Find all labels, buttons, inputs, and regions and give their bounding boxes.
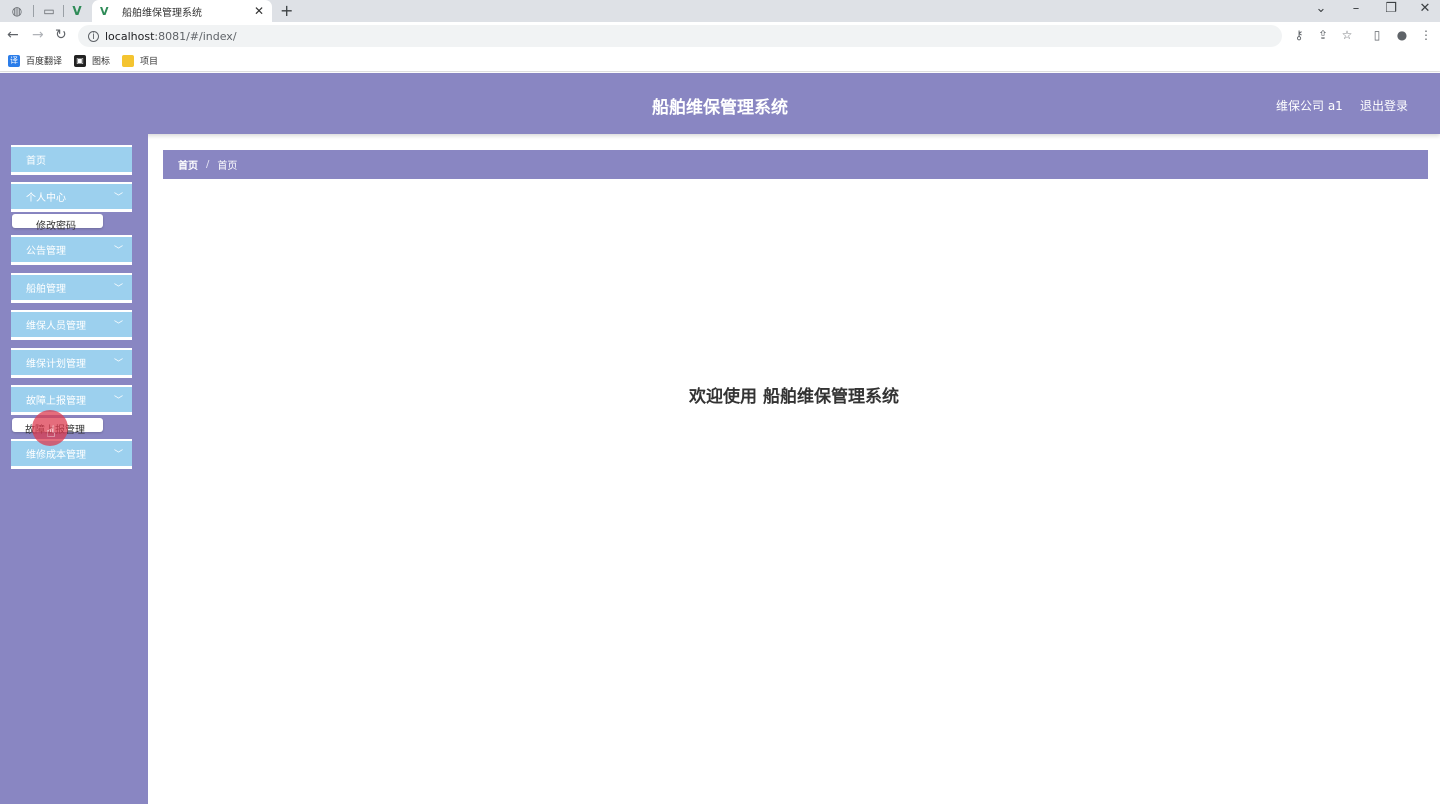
more-menu-icon[interactable]: ⋮ xyxy=(1418,28,1434,42)
blank-tab-icon[interactable]: ▭ xyxy=(34,2,64,20)
browser-toolbar: ← → ↻ i localhost:8081/#/index/ ⚷ ⇪ ☆ ▯ … xyxy=(0,22,1440,50)
submenu-item-label: 修改密码 xyxy=(36,221,76,232)
side-panel-icon[interactable]: ▯ xyxy=(1369,28,1385,42)
sidebar-item-label: 首页 xyxy=(26,156,46,167)
address-bar[interactable]: i localhost:8081/#/index/ xyxy=(78,25,1282,47)
chevron-down-icon: ﹀ xyxy=(114,359,124,369)
tab-title: 船舶维保管理系统 xyxy=(122,7,202,19)
new-tab-icon[interactable]: + xyxy=(280,1,293,20)
sidebar-item-notice[interactable]: 公告管理 ﹀ xyxy=(11,235,132,265)
vue-favicon-icon: V xyxy=(100,4,109,18)
app-title: 船舶维保管理系统 xyxy=(652,98,788,118)
key-icon[interactable]: ⚷ xyxy=(1291,28,1307,42)
image-icon: ▣ xyxy=(74,54,87,67)
sidebar-item-label: 公告管理 xyxy=(26,246,66,257)
chevron-down-icon: ﹀ xyxy=(114,246,124,256)
breadcrumb-separator: / xyxy=(206,159,210,170)
sidebar-item-label: 故障上报管理 xyxy=(26,396,86,407)
restore-icon[interactable]: ❐ xyxy=(1376,1,1406,16)
breadcrumb-home[interactable]: 首页 xyxy=(178,157,198,172)
current-user: 维保公司 a1 xyxy=(1276,99,1343,113)
globe-icon[interactable]: ◍ xyxy=(2,2,32,20)
back-icon[interactable]: ← xyxy=(7,27,19,43)
sidebar-item-label: 维保人员管理 xyxy=(26,321,86,332)
sidebar-item-maintenance-staff[interactable]: 维保人员管理 ﹀ xyxy=(11,310,132,340)
chevron-down-icon: ﹀ xyxy=(114,450,124,460)
sidebar-item-maintenance-plan[interactable]: 维保计划管理 ﹀ xyxy=(11,348,132,378)
bookmarks-bar: 译 百度翻译 ▣ 图标 项目 xyxy=(0,50,1440,72)
forward-icon[interactable]: → xyxy=(32,27,44,43)
bookmark-item[interactable]: 项目 xyxy=(122,54,158,67)
reload-icon[interactable]: ↻ xyxy=(55,27,67,43)
site-info-icon[interactable]: i xyxy=(88,30,99,42)
sidebar-item-fault-report[interactable]: 故障上报管理 ﹀ xyxy=(11,385,132,415)
folder-icon xyxy=(122,54,135,67)
sidebar-item-personal-center[interactable]: 个人中心 ﹀ xyxy=(11,182,132,212)
welcome-message: 欢迎使用 船舶维保管理系统 xyxy=(689,387,899,407)
active-tab[interactable]: V 船舶维保管理系统 ✕ xyxy=(92,0,272,22)
chevron-down-icon: ﹀ xyxy=(114,396,124,406)
sidebar-item-ship[interactable]: 船舶管理 ﹀ xyxy=(11,273,132,303)
profile-icon[interactable]: ● xyxy=(1394,28,1410,42)
sidebar-item-repair-cost[interactable]: 维修成本管理 ﹀ xyxy=(11,439,132,469)
sidebar-item-home[interactable]: 首页 xyxy=(11,145,132,175)
submenu-item-change-password[interactable]: 修改密码 xyxy=(12,214,103,232)
bookmark-item[interactable]: 译 百度翻译 xyxy=(8,54,62,67)
sidebar-item-label: 个人中心 xyxy=(26,193,66,204)
bookmark-star-icon[interactable]: ☆ xyxy=(1339,28,1355,42)
sidebar-item-label: 维保计划管理 xyxy=(26,359,86,370)
share-icon[interactable]: ⇪ xyxy=(1315,28,1331,42)
sidebar-item-label: 船舶管理 xyxy=(26,284,66,295)
translate-icon: 译 xyxy=(8,54,20,67)
chevron-down-icon: ﹀ xyxy=(114,284,124,294)
sidebar-item-label: 维修成本管理 xyxy=(26,450,86,461)
logout-link[interactable]: 退出登录 xyxy=(1360,97,1408,114)
close-tab-icon[interactable]: ✕ xyxy=(254,4,264,18)
browser-tabstrip: ◍ ▭ V V 船舶维保管理系统 ✕ + ⌄ – ❐ ✕ xyxy=(0,0,1440,22)
chevron-down-icon: ﹀ xyxy=(114,193,124,203)
hand-cursor-icon: ☝ xyxy=(46,422,56,441)
chevron-down-icon: ﹀ xyxy=(114,321,124,331)
url-text: localhost:8081/#/index/ xyxy=(105,29,237,43)
window-close-icon[interactable]: ✕ xyxy=(1410,1,1440,16)
minimize-icon[interactable]: – xyxy=(1341,1,1371,16)
vue-tab-icon[interactable]: V xyxy=(62,2,92,20)
app-header: 船舶维保管理系统 维保公司 a1 退出登录 xyxy=(0,73,1440,134)
bookmark-item[interactable]: ▣ 图标 xyxy=(74,54,110,67)
breadcrumb-current: 首页 xyxy=(217,161,238,172)
breadcrumb: 首页 / 首页 xyxy=(163,150,1428,179)
tab-search-icon[interactable]: ⌄ xyxy=(1306,1,1336,16)
